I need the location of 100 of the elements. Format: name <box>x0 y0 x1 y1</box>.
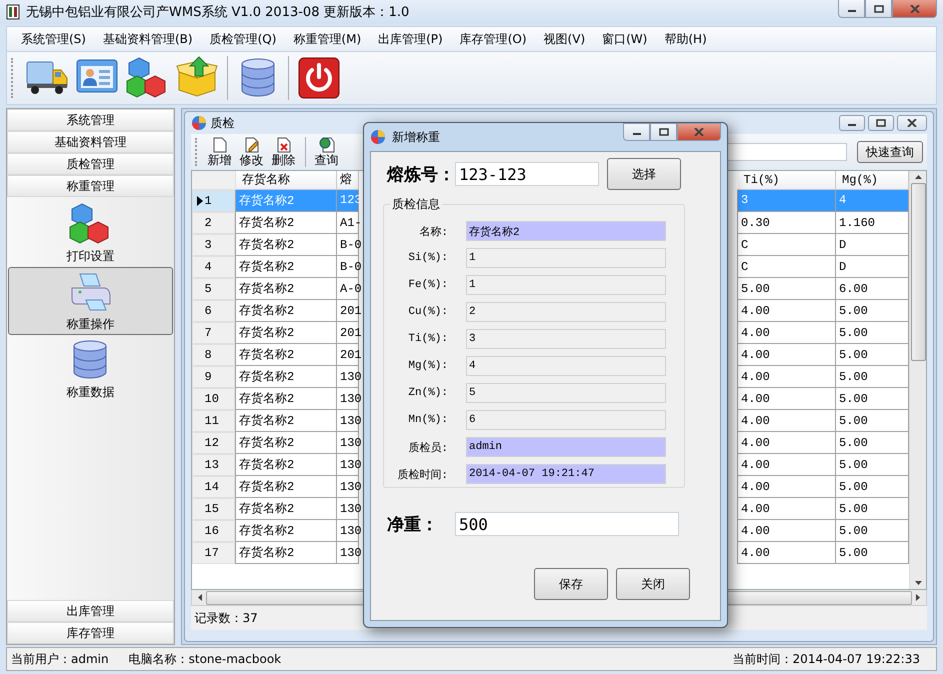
sidebar-section[interactable]: 库存管理 <box>7 622 174 644</box>
menu-item[interactable]: 出库管理(P) <box>372 28 449 50</box>
field-label: Si(%): <box>407 252 448 264</box>
computer-name: 电脑名称：stone-macbook <box>128 650 282 668</box>
close-button[interactable] <box>897 115 927 131</box>
sidebar-item[interactable]: 打印设置 <box>8 199 172 267</box>
column-header[interactable]: Ti(%) <box>738 171 836 189</box>
input-field[interactable]: 123-123 <box>455 162 599 186</box>
table-cell: 4.00 <box>738 432 836 454</box>
row-number: 2 <box>204 216 212 230</box>
sidebar-section[interactable]: 质检管理 <box>7 153 174 175</box>
table-cell: 存货名称2 <box>236 300 336 322</box>
input-field[interactable]: 存货名称2 <box>466 221 666 241</box>
save-button[interactable]: 保存 <box>534 568 608 600</box>
sidebar-section[interactable]: 系统管理 <box>7 109 174 131</box>
column-header[interactable]: 存货名称 <box>236 171 336 189</box>
table-cell: 存货名称2 <box>236 278 336 300</box>
field-label: Cu(%): <box>407 306 448 318</box>
current-user: 当前用户：admin <box>11 650 109 668</box>
menu-item[interactable]: 帮助(H) <box>658 28 713 50</box>
table-cell: 4.00 <box>738 476 836 498</box>
row-number: 4 <box>204 260 212 274</box>
row-number: 14 <box>204 480 219 494</box>
column-header[interactable]: Mg(%) <box>836 171 908 189</box>
close-button[interactable] <box>677 123 721 141</box>
table-cell: C <box>738 256 836 278</box>
maximize-button[interactable] <box>650 123 677 141</box>
maximize-icon <box>874 4 884 12</box>
menu-item[interactable]: 系统管理(S) <box>15 28 92 50</box>
sidebar-item[interactable]: 称重数据 <box>8 335 172 403</box>
current-row-icon <box>196 196 202 206</box>
menu-item[interactable]: 称重管理(M) <box>287 28 368 50</box>
input-field[interactable]: 1 <box>466 275 666 295</box>
select-button[interactable]: 选择 <box>607 158 681 190</box>
record-count: 记录数：37 <box>194 610 258 626</box>
minimize-button[interactable] <box>623 123 650 141</box>
field-label: Mn(%): <box>407 414 448 426</box>
column-header[interactable]: 熔 <box>336 171 358 189</box>
table-cell: 4.00 <box>738 344 836 366</box>
toolbar-button[interactable]: 新增 <box>204 136 234 168</box>
menu-item[interactable]: 库存管理(O) <box>454 28 533 50</box>
document-icon <box>212 136 228 152</box>
row-number: 9 <box>204 370 212 384</box>
field-label: Fe(%): <box>407 279 448 291</box>
minimize-button[interactable] <box>839 115 865 131</box>
globe-document-icon <box>318 136 334 152</box>
table-cell: 存货名称2 <box>236 344 336 366</box>
input-field[interactable]: 500 <box>455 512 679 536</box>
toolbar-button[interactable]: 查询 <box>312 136 342 168</box>
delete-document-icon <box>276 136 292 152</box>
table-cell: 存货名称2 <box>236 256 336 278</box>
menu-item[interactable]: 质检管理(Q) <box>204 28 282 50</box>
input-field[interactable]: 2 <box>466 302 666 322</box>
sidebar-section[interactable]: 基础资料管理 <box>7 131 174 153</box>
field-label: 名称: <box>418 225 448 238</box>
maximize-button[interactable] <box>868 115 894 131</box>
sidebar-section[interactable]: 出库管理 <box>7 600 174 622</box>
current-time: 当前时间：2014-04-07 19:22:33 <box>732 650 920 668</box>
minimize-button[interactable] <box>838 0 865 18</box>
table-cell: 5.00 <box>738 278 836 300</box>
menu-item[interactable]: 窗口(W) <box>596 28 654 50</box>
scroll-thumb[interactable] <box>910 183 926 361</box>
row-number: 17 <box>204 546 219 560</box>
row-number: 13 <box>204 458 219 472</box>
input-field[interactable]: 1 <box>466 248 666 268</box>
menu-item[interactable]: 视图(V) <box>538 28 592 50</box>
row-number: 10 <box>204 392 219 406</box>
sidebar-section[interactable]: 称重管理 <box>7 175 174 197</box>
maximize-button[interactable] <box>865 0 892 18</box>
field-label: 熔炼号： <box>387 164 455 186</box>
input-field[interactable]: 5 <box>466 383 666 403</box>
row-number: 12 <box>204 436 219 450</box>
sidebar-item[interactable]: 称重操作 <box>8 267 172 335</box>
quick-search-button[interactable]: 快速查询 <box>857 141 923 163</box>
input-field[interactable]: 4 <box>466 356 666 376</box>
maximize-icon <box>658 128 668 136</box>
close-button[interactable] <box>892 0 937 18</box>
group-title: 质检信息 <box>390 196 442 213</box>
input-field[interactable]: 2014-04-07 19:21:47 <box>466 464 666 484</box>
field-label: Mg(%): <box>407 360 448 372</box>
toolbar-button[interactable]: 删除 <box>268 136 298 168</box>
table-cell: 存货名称2 <box>236 432 336 454</box>
close-button[interactable]: 关闭 <box>616 568 690 600</box>
up-arrow-icon <box>914 175 922 179</box>
toolbar-button[interactable]: 修改 <box>236 136 266 168</box>
window-title: 质检 <box>210 114 234 132</box>
menu-item[interactable]: 基础资料管理(B) <box>96 28 199 50</box>
app-icon <box>6 4 20 20</box>
table-cell: 4.00 <box>738 498 836 520</box>
row-number: 11 <box>204 414 219 428</box>
vertical-scrollbar[interactable] <box>909 171 926 589</box>
input-field[interactable]: 6 <box>466 410 666 430</box>
table-cell: 4.00 <box>738 410 836 432</box>
table-cell: 4.00 <box>738 542 836 564</box>
input-field[interactable]: 3 <box>466 329 666 349</box>
table-cell: 3 <box>738 189 836 212</box>
table-cell: 存货名称2 <box>236 212 336 234</box>
table-cell: 存货名称2 <box>236 322 336 344</box>
table-cell: 存货名称2 <box>236 498 336 520</box>
input-field[interactable]: admin <box>466 437 666 457</box>
